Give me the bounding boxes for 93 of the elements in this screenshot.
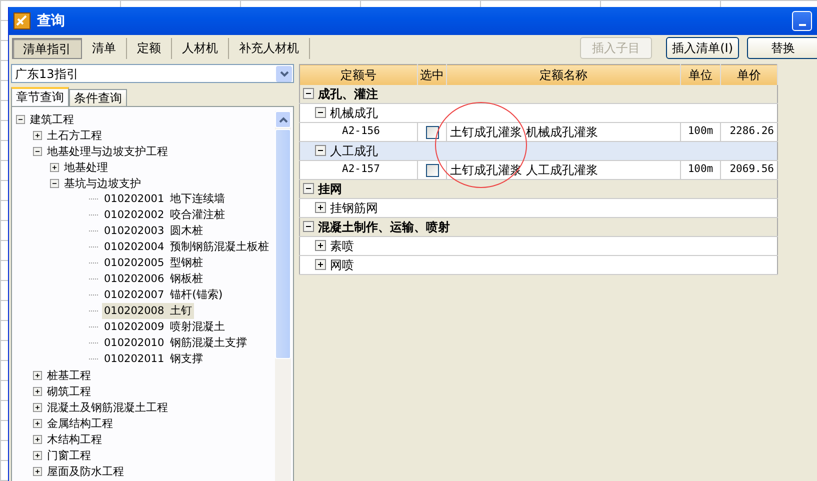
replace-button[interactable]: 替换 — [747, 37, 817, 59]
expand-icon[interactable] — [33, 418, 42, 428]
tree-line — [89, 214, 99, 216]
tree-item[interactable]: 010202006 钢板桩 — [102, 271, 206, 287]
table-cell: A2-156 — [342, 125, 380, 138]
tree-line — [89, 342, 99, 344]
expand-icon[interactable] — [33, 466, 42, 476]
tree-item[interactable]: 混凝土及钢筋混凝土工程 — [45, 400, 170, 414]
tree-line — [89, 246, 99, 248]
minimize-icon — [799, 24, 806, 26]
tree-item[interactable]: 木结构工程 — [45, 432, 104, 446]
collapse-icon[interactable] — [315, 107, 326, 118]
expand-icon[interactable] — [315, 240, 326, 251]
tree-item[interactable]: 金属结构工程 — [45, 416, 115, 430]
collapse-icon[interactable] — [33, 146, 42, 156]
checkbox[interactable] — [426, 126, 438, 140]
tree-line — [89, 230, 99, 232]
minimize-button[interactable] — [792, 11, 812, 31]
column-header[interactable]: 定额号 — [300, 64, 418, 84]
tree-item[interactable]: 010202009 喷射混凝土 — [102, 319, 228, 335]
column-header[interactable]: 定额名称 — [446, 64, 680, 84]
subgroup-title: 机械成孔 — [330, 106, 378, 120]
collapse-icon[interactable] — [303, 221, 314, 232]
tree-item[interactable]: 基坑与边坡支护 — [62, 176, 143, 190]
scroll-up-icon — [278, 116, 288, 122]
toolbar-tab[interactable]: 人材机 — [172, 38, 229, 58]
table-cell: 100m — [688, 125, 714, 138]
expand-icon[interactable] — [33, 434, 42, 444]
tree-item[interactable]: 桩基工程 — [45, 368, 93, 382]
expand-icon[interactable] — [33, 386, 42, 396]
table-cell: 2286.26 — [730, 125, 774, 138]
toolbar-tab[interactable]: 定额 — [127, 38, 172, 58]
tree-item[interactable]: 砌筑工程 — [45, 384, 93, 398]
tree-line — [89, 358, 99, 360]
table-cell: A2-157 — [342, 163, 380, 176]
checkbox[interactable] — [426, 164, 438, 178]
collapse-icon[interactable] — [16, 114, 25, 124]
tree-line — [89, 326, 99, 328]
scrollbar-thumb[interactable] — [275, 129, 291, 359]
tree-line — [89, 198, 99, 200]
tree-line — [89, 262, 99, 264]
tree-item[interactable]: 010202011 钢支撑 — [102, 351, 206, 367]
tree-line — [89, 278, 99, 280]
tree-item[interactable]: 屋面及防水工程 — [45, 464, 126, 478]
toolbar-tab[interactable]: 清单 — [82, 38, 127, 58]
tree-item[interactable]: 地基处理 — [62, 160, 110, 174]
tree-line — [89, 310, 99, 312]
expand-icon[interactable] — [33, 450, 42, 460]
tree-item[interactable]: 建筑工程 — [28, 112, 76, 126]
app-icon — [13, 12, 31, 30]
tree-item[interactable]: 010202001 地下连续墙 — [102, 191, 228, 207]
toolbar-tab[interactable]: 补充人材机 — [229, 38, 310, 58]
search-tab[interactable]: 条件查询 — [69, 89, 127, 106]
insert-list-button[interactable]: 插入清单(I) — [666, 37, 739, 59]
collapse-icon[interactable] — [303, 88, 314, 99]
subgroup-title: 素喷 — [330, 239, 354, 253]
subgroup-title: 挂钢筋网 — [330, 201, 378, 215]
expand-icon[interactable] — [50, 162, 59, 172]
tree-item[interactable]: 门窗工程 — [45, 448, 93, 462]
tree-item[interactable]: 010202003 圆木桩 — [102, 223, 206, 239]
expand-icon[interactable] — [33, 402, 42, 412]
group-title: 成孔、灌注 — [318, 86, 378, 101]
tree-item[interactable]: 010202004 预制钢筋混凝土板桩 — [102, 239, 272, 255]
group-title: 挂网 — [318, 182, 342, 196]
table-cell: 100m — [688, 163, 714, 176]
window-title: 查询 — [37, 12, 65, 30]
group-title: 混凝土制作、运输、喷射 — [318, 220, 450, 234]
subgroup-title: 人工成孔 — [330, 144, 378, 158]
column-header[interactable]: 单价 — [720, 64, 778, 84]
column-header[interactable]: 单位 — [680, 64, 720, 84]
expand-icon[interactable] — [33, 370, 42, 380]
tree-item[interactable]: 010202002 咬合灌注桩 — [102, 207, 228, 223]
search-tab[interactable]: 章节查询 — [11, 87, 69, 106]
library-select[interactable]: 广东13指引 — [11, 64, 294, 83]
tree-item[interactable]: 土石方工程 — [45, 128, 104, 142]
subgroup-title: 网喷 — [330, 258, 354, 272]
expand-icon[interactable] — [33, 130, 42, 140]
tree-item[interactable]: 010202010 钢筋混凝土支撑 — [102, 335, 250, 351]
tree-item[interactable]: 010202008 土钉 — [102, 303, 194, 319]
table-cell: 土钉成孔灌浆 机械成孔灌浆 — [450, 125, 598, 139]
tree-item[interactable]: 010202007 锚杆(锚索) — [102, 287, 225, 303]
toolbar-tab[interactable]: 清单指引 — [12, 38, 82, 58]
collapse-icon[interactable] — [315, 145, 326, 156]
column-header[interactable]: 选中 — [418, 64, 446, 84]
tree-item[interactable]: 010202005 型钢桩 — [102, 255, 206, 271]
tree-item[interactable]: 地基处理与边坡支护工程 — [45, 144, 170, 158]
tree-line — [89, 294, 99, 296]
expand-icon[interactable] — [315, 202, 326, 213]
collapse-icon[interactable] — [303, 183, 314, 194]
scroll-up-button[interactable] — [275, 111, 291, 128]
expand-icon[interactable] — [315, 259, 326, 270]
table-cell: 2069.56 — [730, 163, 774, 176]
collapse-icon[interactable] — [50, 178, 59, 188]
